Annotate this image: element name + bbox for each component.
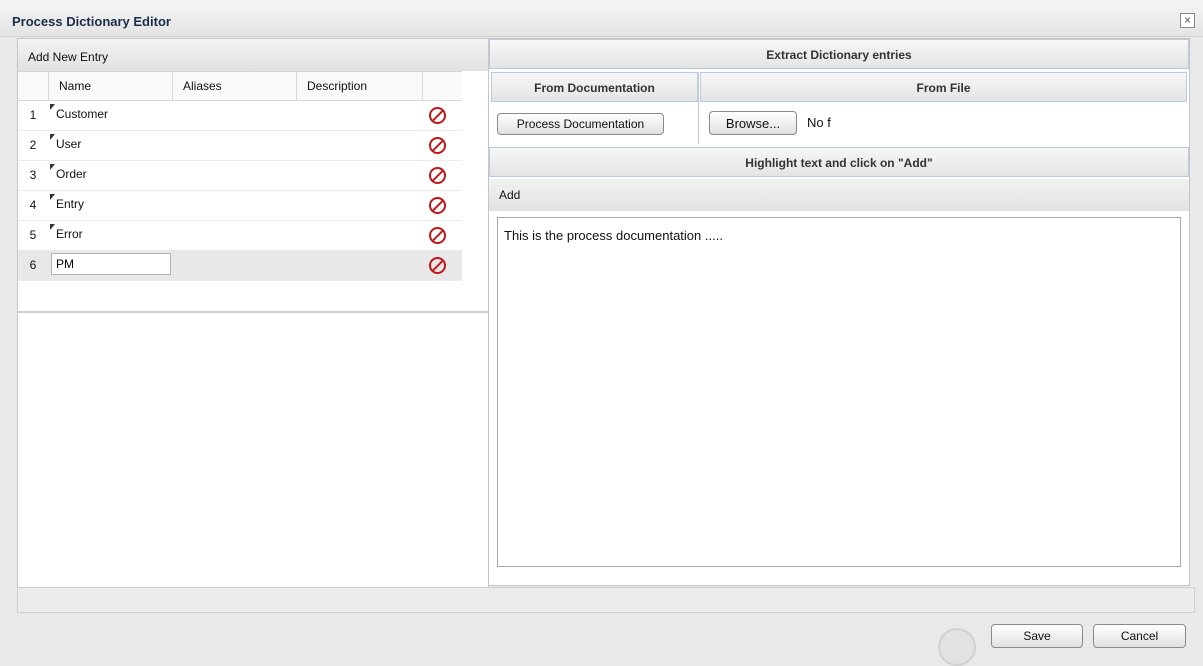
cancel-button[interactable]: Cancel	[1093, 624, 1186, 648]
dialog-titlebar: Process Dictionary Editor ×	[0, 0, 1203, 37]
table-row[interactable]: 4 Entry	[18, 190, 462, 221]
delete-icon[interactable]	[429, 137, 446, 154]
row-number: 6	[29, 258, 37, 272]
name-cell[interactable]: Order	[50, 164, 87, 181]
name-cell[interactable]: Customer	[49, 104, 108, 121]
dictionary-grid-area: Add New Entry Name Aliases Description 1…	[18, 39, 488, 313]
row-number: 3	[29, 168, 37, 182]
close-icon[interactable]: ×	[1180, 13, 1195, 28]
grid-header: Name Aliases Description	[18, 71, 462, 101]
dialog-title: Process Dictionary Editor	[12, 14, 171, 29]
delete-icon[interactable]	[429, 227, 446, 244]
extract-panel: Extract Dictionary entries From Document…	[488, 38, 1190, 586]
table-row[interactable]: 3 Order	[18, 160, 462, 191]
column-header-name[interactable]: Name	[48, 72, 172, 100]
process-dictionary-dialog: Process Dictionary Editor × Add New Entr…	[0, 0, 1203, 666]
highlight-section-header: Highlight text and click on "Add"	[489, 147, 1189, 177]
process-documentation-button[interactable]: Process Documentation	[497, 113, 664, 135]
add-new-entry-button[interactable]: Add New Entry	[28, 50, 108, 64]
add-entry-toolbar: Add New Entry	[18, 39, 488, 71]
delete-icon[interactable]	[429, 197, 446, 214]
background-node-circle	[938, 628, 976, 666]
delete-icon[interactable]	[429, 257, 446, 274]
delete-icon[interactable]	[429, 167, 446, 184]
row-number: 1	[29, 108, 37, 122]
from-file-header: From File	[700, 72, 1187, 102]
extract-section-header: Extract Dictionary entries	[489, 39, 1189, 69]
table-row[interactable]: 5 Error	[18, 220, 462, 251]
column-header-aliases[interactable]: Aliases	[172, 72, 296, 100]
table-row[interactable]: 2 User	[18, 130, 462, 161]
browse-button[interactable]: Browse...	[709, 111, 797, 135]
column-header-description[interactable]: Description	[296, 72, 422, 100]
dictionary-panel: Add New Entry Name Aliases Description 1…	[17, 38, 489, 588]
file-status-text: No f	[807, 115, 831, 130]
table-row[interactable]: 1 Customer	[18, 100, 462, 131]
status-bar	[17, 587, 1195, 613]
row-number: 2	[29, 138, 37, 152]
table-row-editing[interactable]: 6	[18, 250, 462, 281]
delete-icon[interactable]	[429, 107, 446, 124]
column-header-actions	[422, 72, 462, 100]
row-number: 4	[29, 198, 37, 212]
name-edit-input[interactable]	[51, 253, 171, 275]
add-toolbar: Add	[489, 179, 1189, 211]
row-number: 5	[29, 228, 37, 242]
add-button[interactable]: Add	[499, 188, 520, 202]
from-documentation-header: From Documentation	[491, 72, 698, 102]
save-button[interactable]: Save	[991, 624, 1083, 648]
documentation-textarea[interactable]: This is the process documentation .....	[497, 217, 1181, 567]
name-cell[interactable]: Error	[50, 224, 83, 241]
column-divider	[698, 72, 699, 144]
name-cell[interactable]: User	[49, 134, 81, 151]
name-cell[interactable]: Entry	[49, 194, 84, 211]
